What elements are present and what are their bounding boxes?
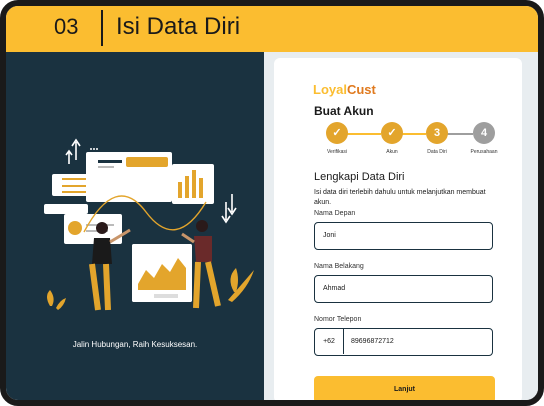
illustration-panel: Jalin Hubungan, Raih Kesuksesan. [6,52,264,400]
header-divider [101,10,103,46]
arrow-down-icon [221,194,237,224]
phone-field[interactable]: +62 89696872712 [314,328,493,356]
step-2-check-icon: ✓ [381,122,403,144]
last-name-label: Nama Belakang [314,263,364,270]
tagline: Jalin Hubungan, Raih Kesuksesan. [72,340,198,349]
section-title: Lengkapi Data Diri [314,171,405,183]
page-title: Isi Data Diri [116,13,241,40]
form-panel: LoyalCust Buat Akun ✓ ✓ 3 4 Verifikasi A… [264,52,538,400]
step-number: 03 [54,14,79,39]
phone-input[interactable]: 89696872712 [351,329,394,354]
step-1-check-icon: ✓ [326,122,348,144]
header-bar: 03 Isi Data Diri [6,6,538,52]
phone-label: Nomor Telepon [314,316,362,323]
progress-stepper: ✓ ✓ 3 4 Verifikasi Akun Data Diri Perusa… [326,122,497,162]
app-frame: 03 Isi Data Diri Jalin Hubungan, Raih Ke… [0,0,544,406]
people-with-charts-illustration [44,138,254,311]
phone-country-code[interactable]: +62 [315,329,344,354]
section-description: Isi data diri terlebih dahulu untuk mela… [314,189,486,206]
last-name-input[interactable]: Ahmad [314,275,493,303]
signup-card: LoyalCust Buat Akun ✓ ✓ 3 4 Verifikasi A… [274,58,522,400]
step-3-active: 3 [426,122,448,144]
arrow-up-icon [65,138,81,164]
logo: LoyalCust [313,82,376,97]
first-name-label: Nama Depan [314,210,356,217]
continue-button[interactable]: Lanjut [314,376,495,400]
form-title: Buat Akun [314,104,374,118]
step-3-label: Data Diri [427,149,447,155]
step-2-label: Akun [386,149,398,155]
step-1-label: Verifikasi [326,149,347,155]
step-4-label: Perusahaan [470,149,498,155]
first-name-input[interactable]: Joni [314,222,493,250]
step-4-pending: 4 [473,122,495,144]
